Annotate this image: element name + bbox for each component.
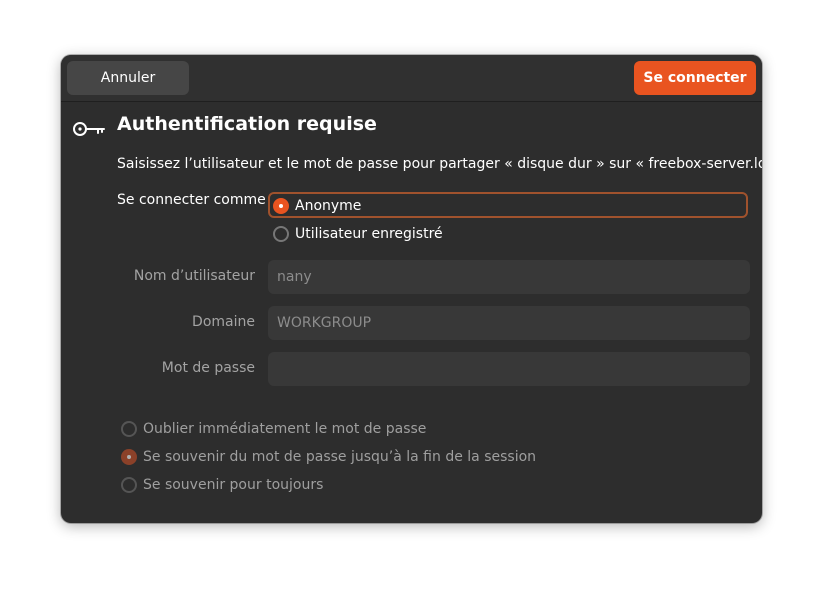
radio-anonymous[interactable]: Anonyme (273, 193, 361, 219)
auth-dialog: Annuler Se connecter Authentification re… (61, 55, 762, 523)
radio-registered-user[interactable]: Utilisateur enregistré (273, 221, 443, 247)
radio-forget-immediately-indicator[interactable] (121, 421, 137, 437)
radio-remember-session-indicator[interactable] (121, 449, 137, 465)
dialog-description: Saisissez l’utilisateur et le mot de pas… (117, 156, 762, 172)
radio-registered-user-indicator[interactable] (273, 226, 289, 242)
domain-field[interactable]: WORKGROUP (268, 306, 750, 340)
radio-anonymous-label: Anonyme (295, 198, 362, 214)
radio-forget-immediately-label: Oublier immédiatement le mot de passe (143, 421, 427, 437)
key-icon (73, 122, 105, 136)
radio-forget-immediately[interactable]: Oublier immédiatement le mot de passe (121, 416, 426, 442)
connect-as-label: Se connecter comme (117, 192, 266, 208)
username-value: nany (277, 269, 312, 285)
cancel-button-label: Annuler (100, 70, 156, 86)
password-label: Mot de passe (161, 360, 255, 376)
radio-registered-user-label: Utilisateur enregistré (295, 226, 443, 242)
connect-button[interactable]: Se connecter (634, 61, 756, 95)
radio-remember-session-label: Se souvenir du mot de passe jusqu’à la f… (143, 449, 537, 465)
dialog-header: Annuler Se connecter (61, 55, 762, 102)
radio-remember-forever-label: Se souvenir pour toujours (143, 477, 324, 493)
connect-button-label: Se connecter (643, 70, 747, 86)
domain-value: WORKGROUP (277, 315, 372, 331)
username-label: Nom d’utilisateur (133, 268, 255, 284)
username-field[interactable]: nany (268, 260, 750, 294)
domain-label: Domaine (192, 314, 255, 330)
password-field[interactable] (268, 352, 750, 386)
dialog-title: Authentification requise (117, 113, 377, 135)
cancel-button[interactable]: Annuler (67, 61, 189, 95)
radio-remember-session[interactable]: Se souvenir du mot de passe jusqu’à la f… (121, 444, 536, 470)
radio-remember-forever-indicator[interactable] (121, 477, 137, 493)
radio-remember-forever[interactable]: Se souvenir pour toujours (121, 472, 323, 498)
radio-anonymous-indicator[interactable] (273, 198, 289, 214)
